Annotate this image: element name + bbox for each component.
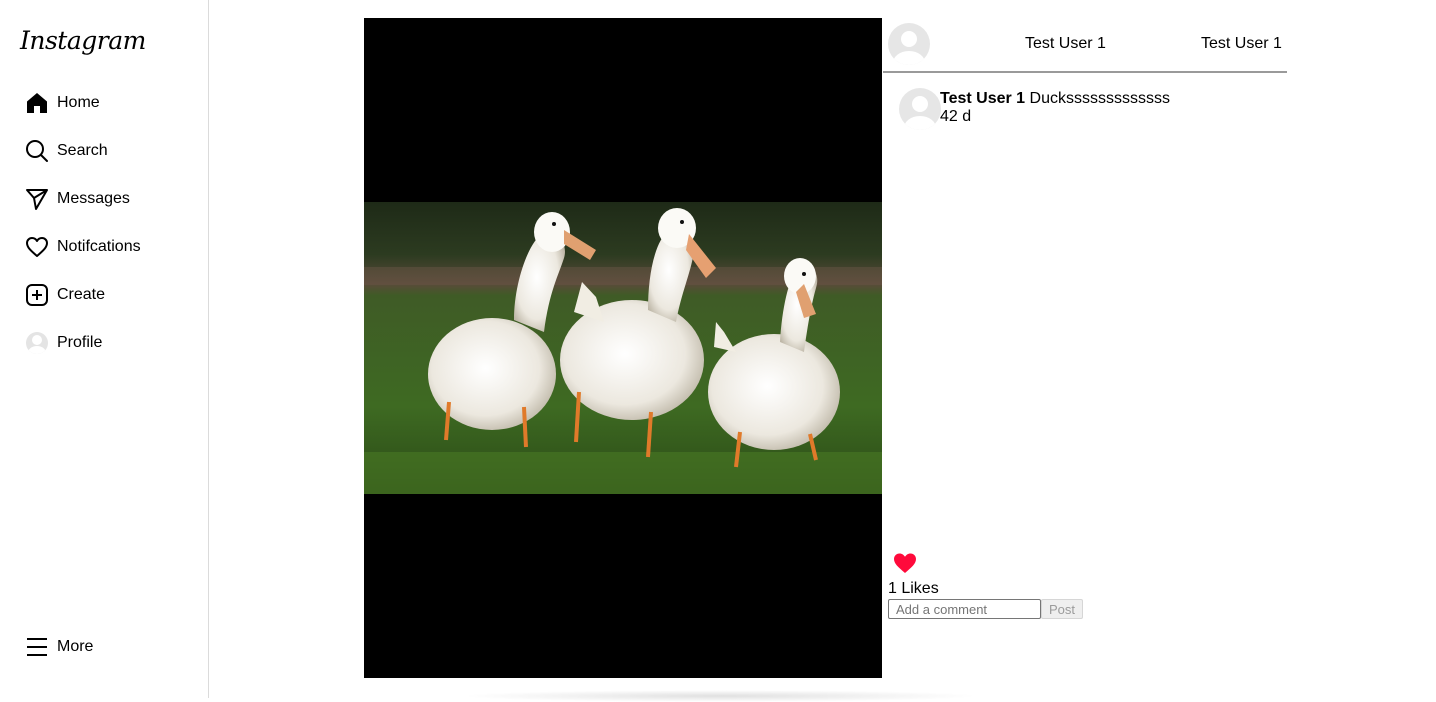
instagram-logo[interactable]: Instagram bbox=[20, 26, 146, 55]
avatar-icon bbox=[24, 330, 50, 356]
comment-input[interactable] bbox=[888, 599, 1041, 619]
bottom-shadow bbox=[460, 690, 980, 702]
post-timestamp: 42 d bbox=[940, 108, 972, 125]
nav-label-home: Home bbox=[57, 94, 100, 111]
caption: Test User 1 Ducksssssssssssss bbox=[940, 90, 1170, 108]
caption-avatar[interactable] bbox=[899, 88, 941, 130]
post-comment-button[interactable]: Post bbox=[1041, 599, 1083, 619]
home-icon bbox=[24, 90, 50, 116]
likes-count: 1 Likes bbox=[888, 580, 939, 597]
author-avatar[interactable] bbox=[888, 23, 930, 65]
nav-item-create[interactable]: Create bbox=[24, 279, 105, 311]
nav-item-messages[interactable]: Messages bbox=[24, 183, 130, 215]
nav-item-search[interactable]: Search bbox=[24, 135, 108, 167]
profile-avatar bbox=[26, 332, 48, 354]
nav-item-profile[interactable]: Profile bbox=[24, 327, 102, 359]
nav-item-more[interactable]: More bbox=[24, 631, 93, 663]
nav-item-home[interactable]: Home bbox=[24, 87, 100, 119]
heart-icon bbox=[24, 234, 50, 260]
menu-icon bbox=[24, 634, 50, 660]
post-details-panel: Test User 1 Test User 1 Test User 1 Duck… bbox=[883, 18, 1287, 678]
ducks-photo bbox=[364, 202, 882, 494]
post-image-frame bbox=[364, 18, 882, 678]
nav-item-notifications[interactable]: Notifcations bbox=[24, 231, 141, 263]
send-icon bbox=[24, 186, 50, 212]
nav-label-notifications: Notifcations bbox=[57, 238, 141, 255]
post-photo bbox=[364, 202, 882, 494]
nav-label-create: Create bbox=[57, 286, 106, 303]
nav-label-more: More bbox=[57, 638, 94, 655]
nav-label-messages: Messages bbox=[57, 190, 130, 207]
post-header: Test User 1 Test User 1 bbox=[883, 18, 1287, 73]
nav-label-profile: Profile bbox=[57, 334, 103, 351]
like-button[interactable] bbox=[893, 552, 917, 574]
search-icon bbox=[24, 138, 50, 164]
nav-label-search: Search bbox=[57, 142, 108, 159]
author-username-secondary[interactable]: Test User 1 bbox=[1201, 35, 1282, 53]
heart-filled-icon bbox=[894, 553, 916, 573]
caption-username[interactable]: Test User 1 bbox=[940, 90, 1025, 107]
author-username[interactable]: Test User 1 bbox=[1025, 35, 1106, 53]
plus-square-icon bbox=[24, 282, 50, 308]
caption-text: Ducksssssssssssss bbox=[1029, 90, 1170, 107]
sidebar: Instagram Home Search Messages Notifcati… bbox=[0, 0, 209, 698]
